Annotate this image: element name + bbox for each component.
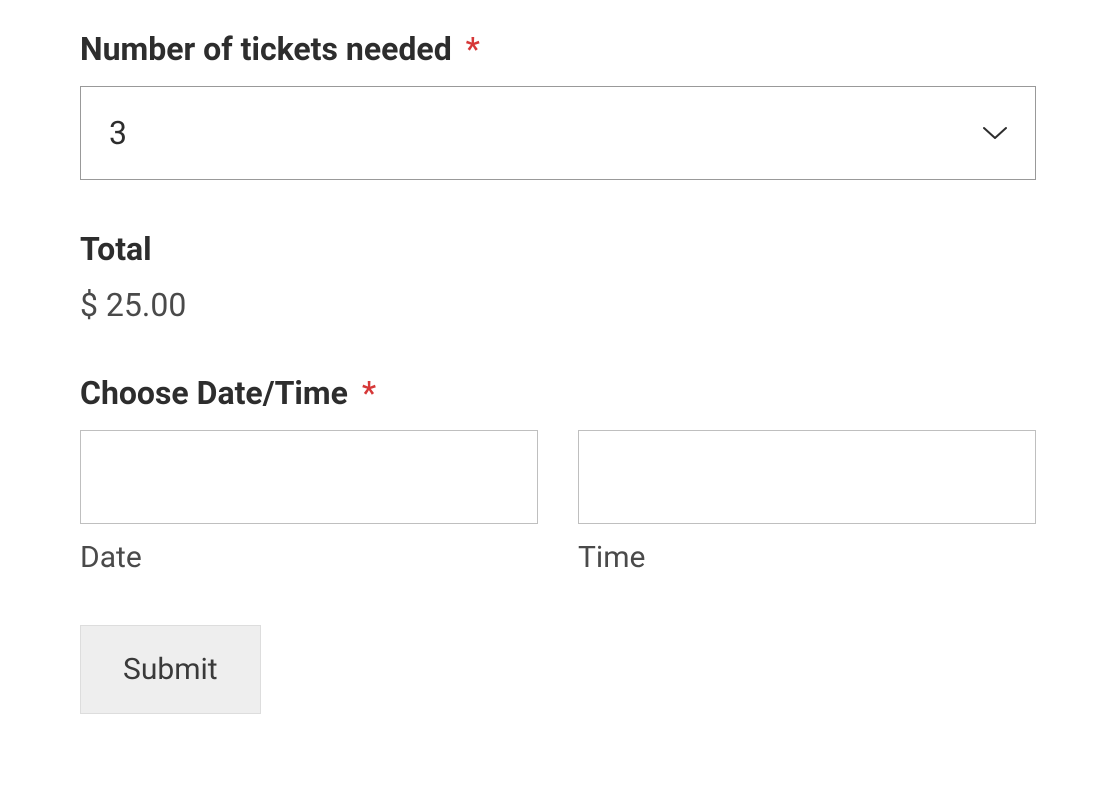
- time-input[interactable]: [578, 430, 1036, 524]
- datetime-field-group: Choose Date/Time * Date Time: [80, 374, 1036, 575]
- date-sub-label: Date: [80, 540, 538, 575]
- total-group: Total $ 25.00: [80, 230, 1036, 324]
- required-asterisk: *: [466, 30, 480, 68]
- time-column: Time: [578, 430, 1036, 575]
- ticket-form: Number of tickets needed * 3 Total $ 25.…: [80, 30, 1036, 714]
- time-sub-label: Time: [578, 540, 1036, 575]
- tickets-label-text: Number of tickets needed: [80, 30, 452, 68]
- datetime-label-text: Choose Date/Time: [80, 374, 348, 412]
- date-column: Date: [80, 430, 538, 575]
- required-asterisk: *: [362, 374, 376, 412]
- datetime-label: Choose Date/Time *: [80, 374, 1036, 412]
- tickets-field-group: Number of tickets needed * 3: [80, 30, 1036, 180]
- tickets-label: Number of tickets needed *: [80, 30, 1036, 68]
- tickets-select[interactable]: 3: [80, 86, 1036, 180]
- date-input[interactable]: [80, 430, 538, 524]
- total-label: Total: [80, 230, 1036, 268]
- datetime-row: Date Time: [80, 430, 1036, 575]
- total-value: $ 25.00: [80, 286, 1036, 324]
- submit-button[interactable]: Submit: [80, 625, 261, 714]
- tickets-select-wrapper: 3: [80, 86, 1036, 180]
